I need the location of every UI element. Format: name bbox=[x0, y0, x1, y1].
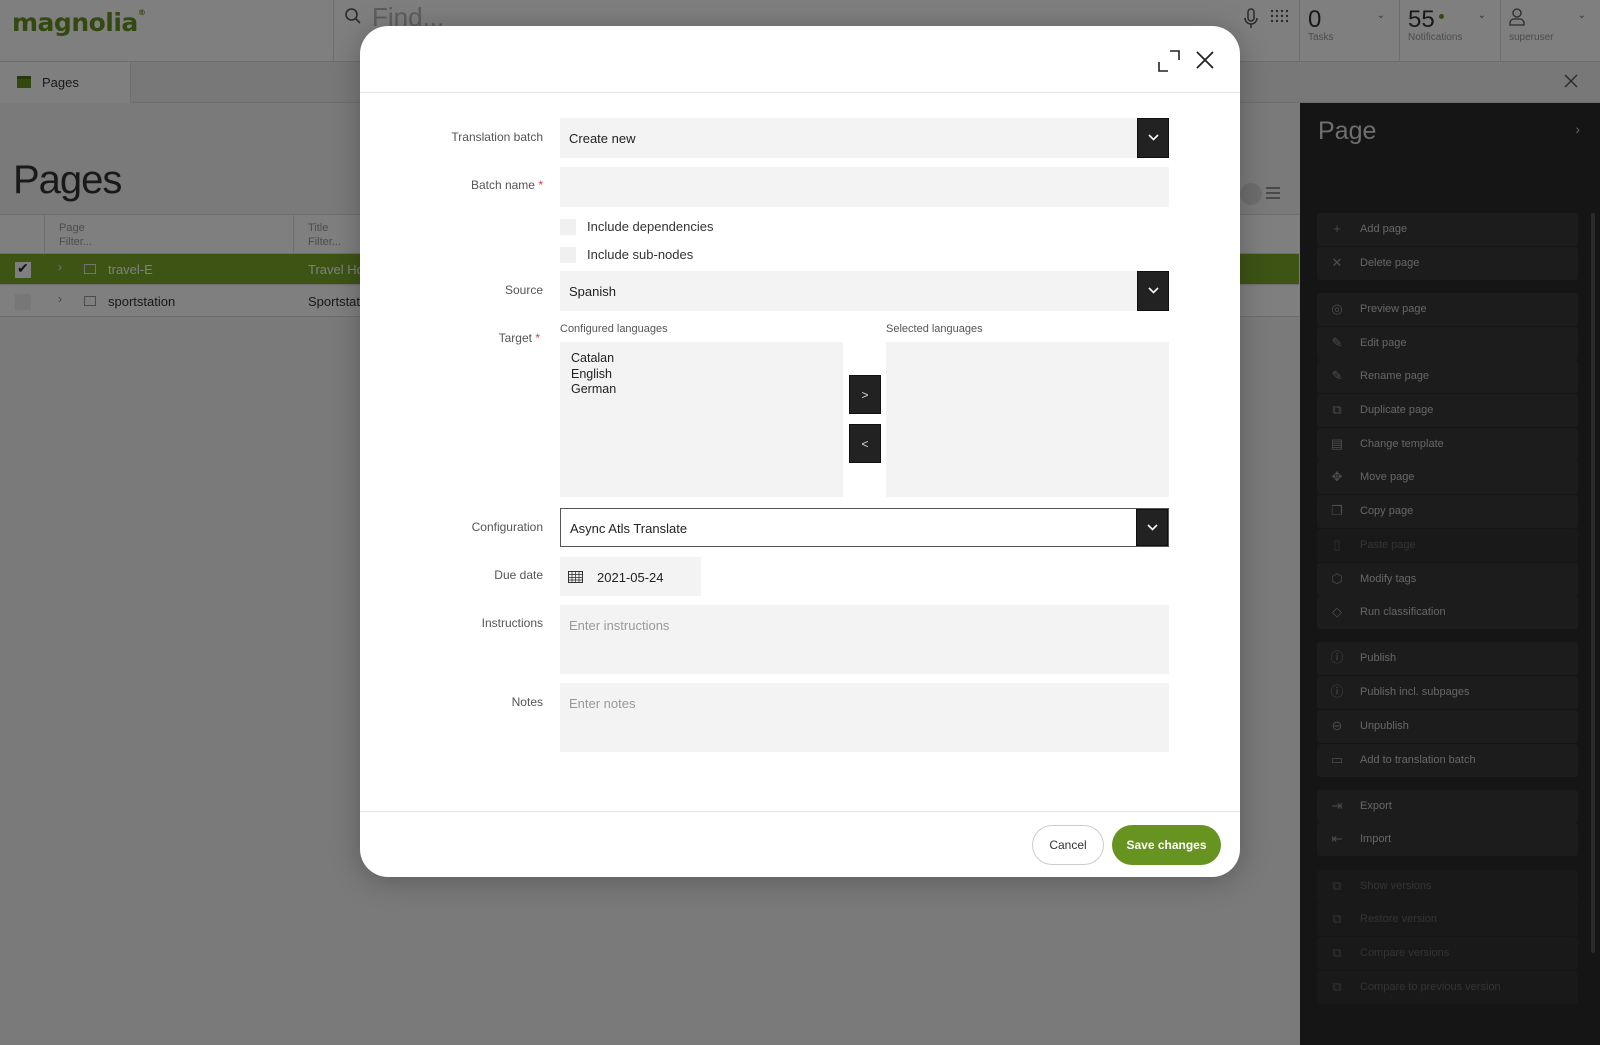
selected-value: Async Atls Translate bbox=[570, 521, 688, 536]
configured-languages-list[interactable]: Catalan English German bbox=[560, 342, 843, 497]
add-language-button[interactable]: > bbox=[849, 375, 881, 414]
calendar-icon[interactable] bbox=[568, 570, 583, 583]
dropdown-toggle[interactable] bbox=[1136, 509, 1168, 546]
label-text: Batch name bbox=[470, 178, 535, 192]
instructions-label: Instructions bbox=[481, 616, 543, 630]
include-subnodes-checkbox[interactable] bbox=[560, 247, 576, 263]
dialog-header bbox=[360, 26, 1240, 93]
label-text: Target bbox=[498, 331, 532, 345]
chevron-down-icon bbox=[1148, 134, 1159, 141]
remove-language-button[interactable]: < bbox=[849, 424, 881, 463]
notes-textarea[interactable]: Enter notes bbox=[560, 683, 1169, 752]
chevron-down-icon bbox=[1148, 287, 1159, 294]
placeholder-text: Enter instructions bbox=[569, 618, 670, 633]
configuration-select[interactable]: Async Atls Translate bbox=[560, 508, 1169, 547]
instructions-textarea[interactable]: Enter instructions bbox=[560, 605, 1169, 674]
target-label: Target * bbox=[360, 331, 540, 345]
source-label: Source bbox=[504, 283, 543, 297]
notes-label: Notes bbox=[511, 695, 543, 709]
translation-batch-label: Translation batch bbox=[451, 130, 543, 144]
configured-languages-label: Configured languages bbox=[560, 323, 668, 335]
dialog-footer-divider bbox=[360, 811, 1240, 812]
selected-value: Spanish bbox=[569, 284, 616, 299]
save-changes-button[interactable]: Save changes bbox=[1112, 825, 1221, 865]
dropdown-toggle[interactable] bbox=[1137, 271, 1169, 311]
cancel-button[interactable]: Cancel bbox=[1032, 825, 1104, 865]
translation-batch-select[interactable]: Create new bbox=[560, 118, 1169, 158]
selected-value: Create new bbox=[569, 131, 636, 146]
required-mark: * bbox=[538, 178, 543, 192]
language-option[interactable]: English bbox=[571, 367, 832, 383]
selected-languages-label: Selected languages bbox=[886, 323, 983, 335]
include-dependencies-label[interactable]: Include dependencies bbox=[587, 219, 714, 234]
placeholder-text: Enter notes bbox=[569, 696, 636, 711]
close-icon[interactable] bbox=[1195, 50, 1215, 70]
source-select[interactable]: Spanish bbox=[560, 271, 1169, 311]
translation-batch-dialog: Translation batch Create new Batch name … bbox=[360, 26, 1240, 877]
batch-name-label: Batch name * bbox=[363, 178, 543, 192]
due-date-value: 2021-05-24 bbox=[597, 570, 664, 585]
selected-languages-list[interactable] bbox=[886, 342, 1169, 497]
language-option[interactable]: German bbox=[571, 382, 832, 398]
include-dependencies-checkbox[interactable] bbox=[560, 219, 576, 235]
language-option[interactable]: Catalan bbox=[571, 351, 832, 367]
dropdown-toggle[interactable] bbox=[1137, 118, 1169, 158]
include-subnodes-label[interactable]: Include sub-nodes bbox=[587, 247, 693, 262]
due-date-field[interactable]: 2021-05-24 bbox=[560, 557, 701, 596]
expand-icon[interactable] bbox=[1158, 50, 1180, 72]
due-date-label: Due date bbox=[494, 568, 543, 582]
required-mark: * bbox=[535, 331, 540, 345]
batch-name-input[interactable] bbox=[560, 167, 1169, 207]
chevron-down-icon bbox=[1147, 523, 1158, 531]
configuration-label: Configuration bbox=[471, 520, 543, 534]
